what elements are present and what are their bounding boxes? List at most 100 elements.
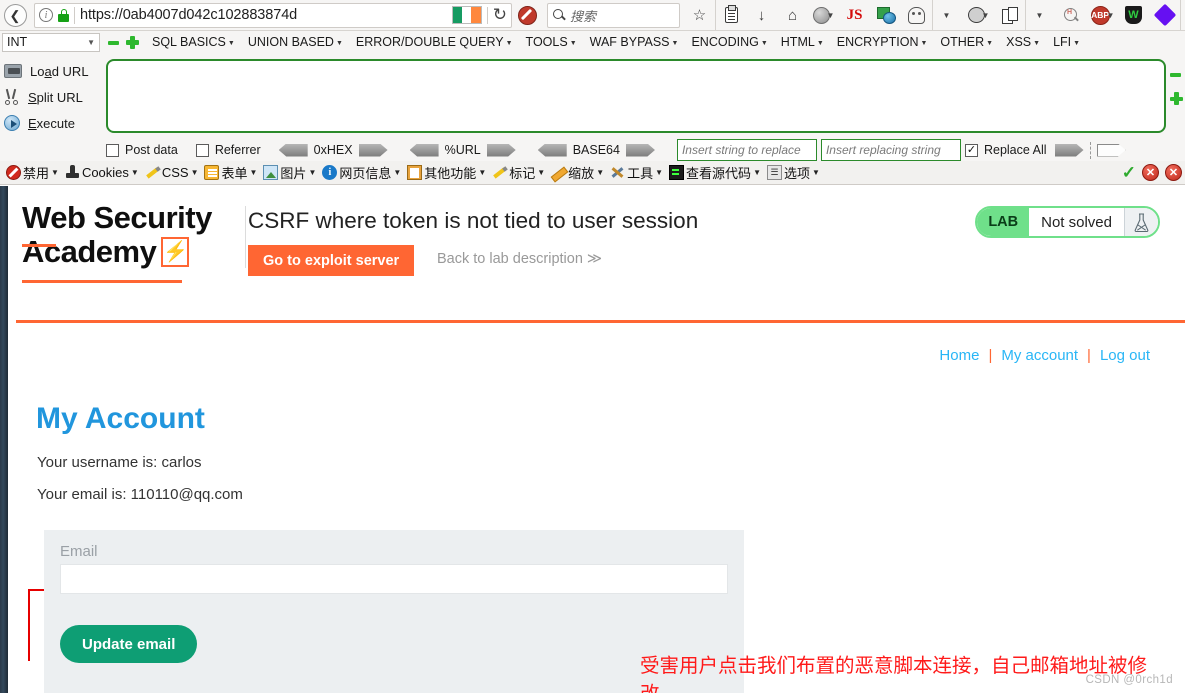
webdev-item-resize[interactable]: 缩放 ▼: [551, 163, 604, 182]
addressbar-divider: [74, 6, 75, 24]
back-button[interactable]: ❮: [0, 0, 30, 30]
decode-arrow-icon[interactable]: [278, 143, 308, 157]
nav-link-my-account[interactable]: My account: [1001, 347, 1078, 364]
validation-ok-icon[interactable]: ✓: [1122, 163, 1136, 183]
home-icon[interactable]: ⌂: [777, 0, 808, 30]
drop-icon[interactable]: ▼: [963, 0, 994, 30]
chevron-down-icon: ▼: [596, 168, 605, 177]
menu-icon[interactable]: [1180, 0, 1185, 30]
error-count-icon[interactable]: ✕: [1142, 164, 1159, 181]
my-account-heading: My Account: [36, 402, 205, 435]
hackbar-menu-label: ENCODING: [691, 35, 759, 49]
wot-icon[interactable]: W: [1118, 0, 1149, 30]
decode-arrow-icon[interactable]: [409, 143, 439, 157]
noscript-button[interactable]: [512, 0, 542, 30]
warning-count-icon[interactable]: ✕: [1165, 164, 1182, 181]
hackbar-menu-encoding[interactable]: ENCODING ▼: [691, 35, 767, 49]
webdev-item-forms[interactable]: 表单 ▼: [204, 163, 257, 182]
replace-revert-arrow-icon[interactable]: [1096, 143, 1126, 157]
update-email-button[interactable]: Update email: [60, 625, 198, 663]
web-page-viewport: Web Security Academy ⚡ CSRF where token …: [0, 186, 1185, 693]
encode-arrow-icon[interactable]: [625, 143, 655, 157]
reader-icon[interactable]: [715, 0, 746, 30]
decode-arrow-icon[interactable]: [537, 143, 567, 157]
hackbar-zoom-controls: [108, 35, 139, 49]
webdev-item-label: 表单: [221, 166, 248, 181]
minus-icon[interactable]: [108, 37, 119, 48]
nav-link-home[interactable]: Home: [939, 347, 979, 364]
hackbar-menu-sql-basics[interactable]: SQL BASICS ▼: [152, 35, 235, 49]
web-security-academy-logo[interactable]: Web Security Academy ⚡: [22, 200, 237, 283]
search-bar[interactable]: 搜索: [547, 2, 680, 28]
transfer-icon[interactable]: [870, 0, 901, 30]
hackbar-menu-other[interactable]: OTHER ▼: [940, 35, 993, 49]
webdev-item-tools[interactable]: 工具 ▼: [610, 163, 663, 182]
hackbar-menu-waf-bypass[interactable]: WAF BYPASS ▼: [590, 35, 679, 49]
pages-icon[interactable]: [994, 0, 1025, 30]
diamond-icon[interactable]: [1149, 0, 1180, 30]
nav-link-log-out[interactable]: Log out: [1100, 347, 1150, 364]
flask-icon[interactable]: [1124, 208, 1158, 236]
webdev-item-misc[interactable]: 其他功能 ▼: [407, 163, 486, 182]
logo-line-2-wrap: Academy ⚡: [22, 236, 237, 267]
replace-to-input[interactable]: Insert replacing string: [820, 139, 961, 161]
page-info-icon[interactable]: i: [39, 8, 53, 22]
magnifier-icon[interactable]: H: [1056, 0, 1087, 30]
url-text[interactable]: https://0ab4007d042c102883874d: [80, 7, 447, 23]
back-to-lab-description-link[interactable]: Back to lab description ≫: [437, 251, 602, 267]
replace-all-checkbox[interactable]: ✓ Replace All: [964, 143, 1047, 157]
chevron-down-icon: ▼: [816, 39, 824, 47]
webdev-item-options[interactable]: ☰ 选项 ▼: [766, 163, 820, 182]
replace-from-input[interactable]: Insert string to replace: [676, 139, 817, 161]
ghostery-icon[interactable]: [901, 0, 932, 30]
view-source-icon: [669, 165, 685, 180]
hackbar-url-textarea[interactable]: [106, 59, 1166, 133]
hackbar-menu-tools[interactable]: TOOLS ▼: [526, 35, 577, 49]
webdev-item-view-source[interactable]: 查看源代码 ▼: [669, 163, 761, 182]
load-url-button[interactable]: Load URL: [4, 58, 104, 84]
replace-apply-arrow-icon[interactable]: [1054, 143, 1084, 157]
webdev-item-outline[interactable]: 标记 ▼: [492, 163, 545, 182]
ghostery-dropdown-icon[interactable]: ▼: [932, 0, 963, 30]
search-input[interactable]: 搜索: [570, 6, 596, 25]
back-arrow-icon: ❮: [3, 3, 27, 27]
hackbar-menu-html[interactable]: HTML ▼: [781, 35, 824, 49]
hackbar-menu-lfi[interactable]: LFI ▼: [1053, 35, 1080, 49]
webdev-item-disable[interactable]: 禁用 ▼: [6, 163, 59, 182]
downloads-icon[interactable]: ↓: [746, 0, 777, 30]
plus-icon[interactable]: [126, 35, 139, 49]
minus-icon[interactable]: [1170, 69, 1181, 80]
images-icon: [263, 165, 279, 180]
plus-icon[interactable]: [1170, 92, 1183, 105]
adblock-icon[interactable]: ABP ▼: [1087, 0, 1118, 30]
webdev-item-images[interactable]: 图片 ▼: [263, 163, 316, 182]
hackbar-type-select[interactable]: INT ▼: [2, 32, 100, 52]
post-data-checkbox[interactable]: Post data: [106, 143, 178, 157]
logo-line-2: Academy: [22, 234, 157, 269]
email-input[interactable]: [60, 564, 728, 594]
star-icon[interactable]: ☆: [684, 0, 715, 30]
screenshot-root: ❮ i https://0ab4007d042c102883874d ↻ 搜索 …: [0, 0, 1185, 693]
split-url-button[interactable]: Split URL: [4, 84, 104, 110]
js-toggle-icon[interactable]: JS: [839, 0, 870, 30]
go-to-exploit-server-button[interactable]: Go to exploit server: [248, 245, 415, 276]
chevron-down-icon: ▼: [478, 168, 487, 177]
webdev-item-page-info[interactable]: i 网页信息 ▼: [322, 163, 401, 182]
globe-icon[interactable]: ▼: [808, 0, 839, 30]
referrer-checkbox[interactable]: Referrer: [195, 143, 261, 157]
hackbar-menu-xss[interactable]: XSS ▼: [1006, 35, 1040, 49]
hackbar-menu-encryption[interactable]: ENCRYPTION ▼: [837, 35, 928, 49]
pages-dropdown-icon[interactable]: ▼: [1025, 0, 1056, 30]
logo-line-1: Web Security: [22, 200, 212, 235]
webdev-item-css[interactable]: CSS ▼: [145, 165, 199, 180]
execute-button[interactable]: Execute: [4, 110, 104, 136]
hackbar-menu-label: TOOLS: [525, 35, 568, 49]
hex-encoder-group: 0xHEX: [278, 143, 388, 157]
reload-icon[interactable]: ↻: [493, 5, 507, 25]
hackbar-menu-error-double-query[interactable]: ERROR/DOUBLE QUERY ▼: [356, 35, 513, 49]
address-bar[interactable]: i https://0ab4007d042c102883874d ↻: [34, 2, 512, 28]
hackbar-menu-union-based[interactable]: UNION BASED ▼: [248, 35, 343, 49]
encode-arrow-icon[interactable]: [486, 143, 516, 157]
encode-arrow-icon[interactable]: [358, 143, 388, 157]
webdev-item-cookies[interactable]: Cookies ▼: [65, 165, 139, 180]
